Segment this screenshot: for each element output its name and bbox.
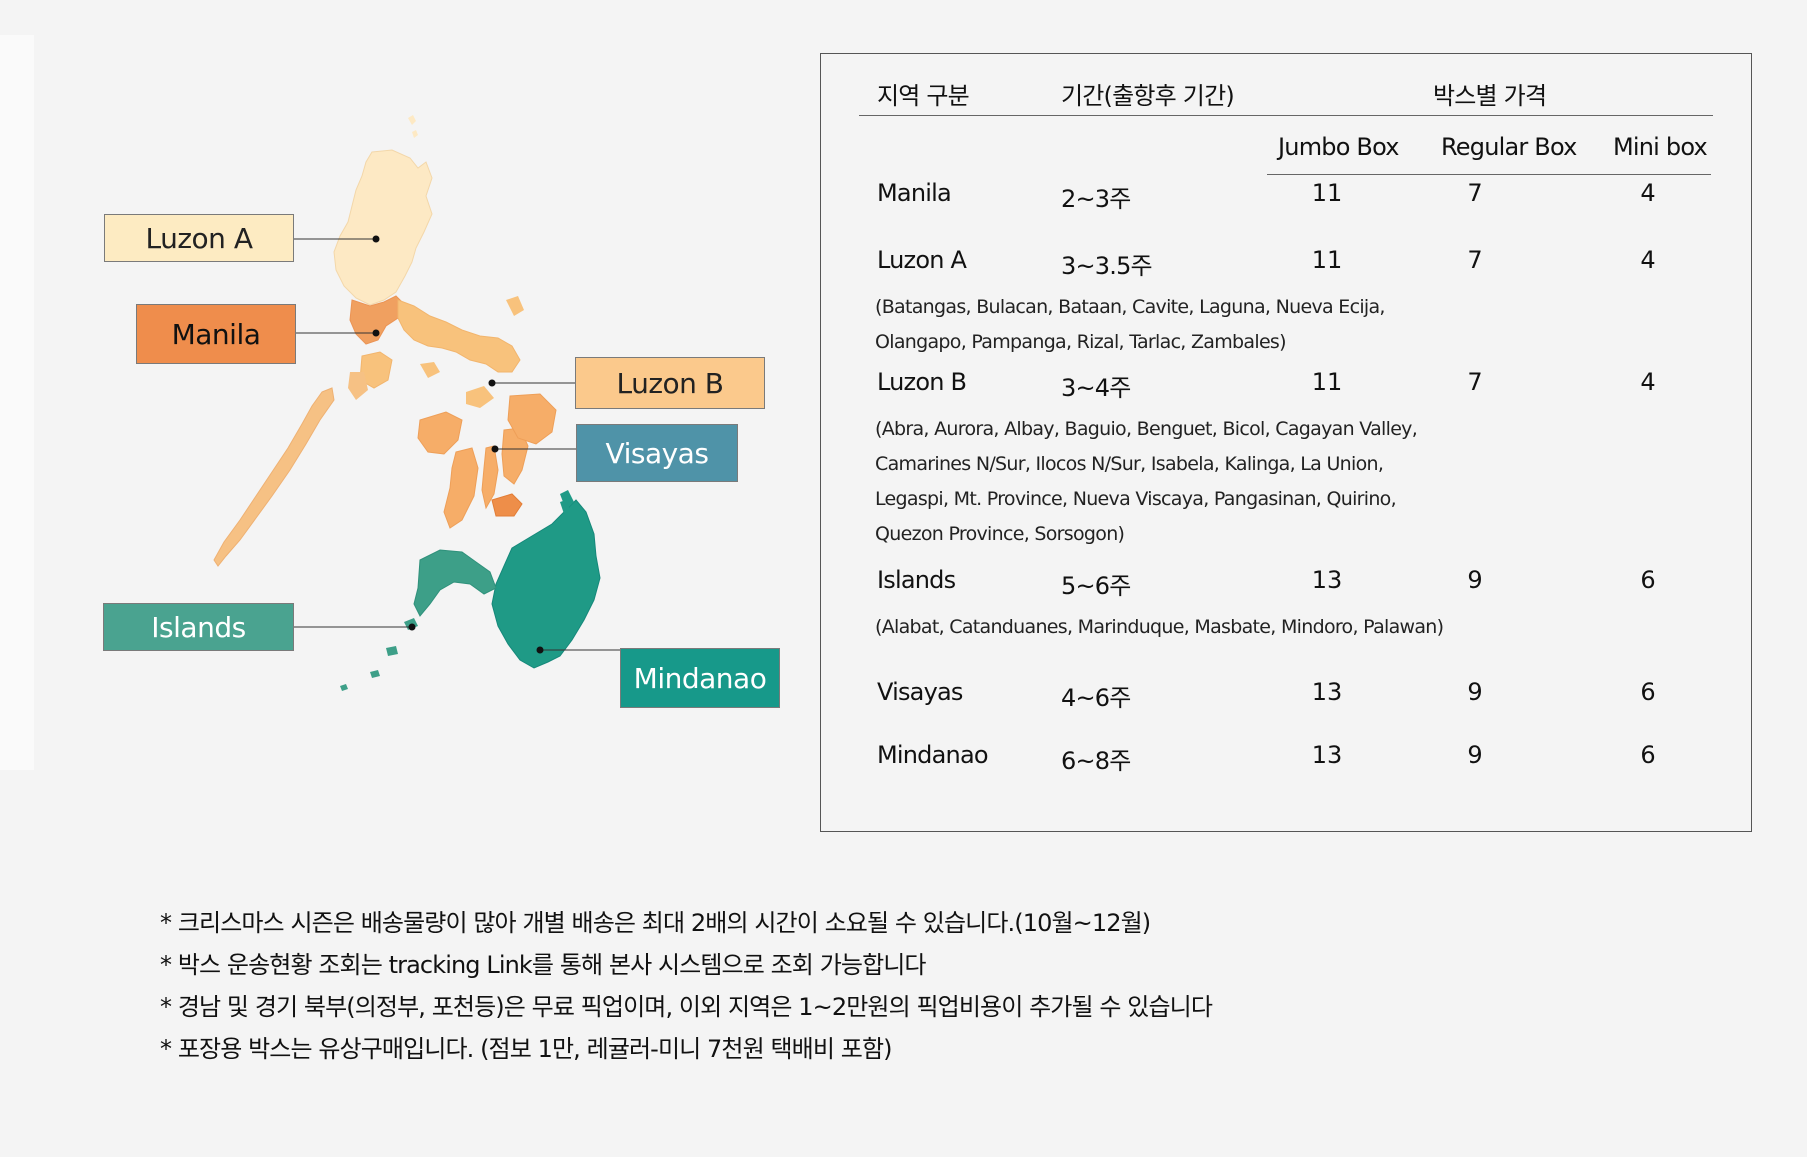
row-period: 2~3주 (1061, 185, 1131, 213)
mindanao-shape (491, 499, 601, 669)
row-regular-price: 7 (1467, 179, 1483, 207)
row-regular-price: 7 (1467, 368, 1483, 396)
note-pickup: * 경남 및 경기 북부(의정부, 포천등)은 무료 픽업이며, 이외 지역은 … (160, 993, 1213, 1021)
label-mindanao: Mindanao (620, 648, 780, 708)
header-box-price: 박스별 가격 (1433, 82, 1547, 110)
row-region: Luzon B (877, 368, 967, 396)
marker-manila (372, 329, 380, 337)
area-line: Legaspi, Mt. Province, Nueva Viscaya, Pa… (875, 488, 1397, 510)
subheader-divider (1267, 174, 1711, 175)
batanes-island-2 (412, 130, 418, 138)
row-jumbo-price: 11 (1311, 368, 1343, 396)
label-visayas: Visayas (576, 424, 738, 482)
palawan-island (213, 387, 335, 567)
label-luzon-a: Luzon A (104, 214, 294, 262)
marker-luzon-b (488, 379, 496, 387)
row-region: Luzon A (877, 246, 967, 274)
philippines-map: Luzon A Manila Luzon B Visayas Islands M… (0, 0, 800, 780)
row-region: Islands (877, 566, 956, 594)
header-jumbo-box: Jumbo Box (1278, 133, 1399, 161)
row-period: 5~6주 (1061, 572, 1131, 600)
marinduque-island (420, 362, 440, 378)
row-period: 4~6주 (1061, 684, 1131, 712)
bohol-island (491, 493, 523, 517)
row-regular-price: 9 (1467, 566, 1483, 594)
luzon-b-shape (397, 299, 521, 373)
row-mini-price: 4 (1640, 179, 1656, 207)
area-line: (Alabat, Catanduanes, Marinduque, Masbat… (875, 616, 1444, 638)
masbate-island (466, 386, 494, 408)
area-line: (Abra, Aurora, Albay, Baguio, Benguet, B… (875, 418, 1418, 440)
price-table: 지역 구분 기간(출항후 기간) 박스별 가격 Jumbo Box Regula… (820, 53, 1752, 832)
sulu-island-2 (386, 646, 398, 656)
row-area-list: (Batangas, Bulacan, Bataan, Cavite, Lagu… (875, 290, 1475, 360)
header-mini-box: Mini box (1613, 133, 1708, 161)
row-mini-price: 6 (1640, 678, 1656, 706)
row-jumbo-price: 13 (1311, 678, 1343, 706)
marker-islands (408, 623, 416, 631)
row-jumbo-price: 11 (1311, 246, 1343, 274)
label-manila: Manila (136, 304, 296, 364)
header-period: 기간(출항후 기간) (1061, 82, 1235, 110)
area-line: (Batangas, Bulacan, Bataan, Cavite, Lagu… (875, 296, 1385, 318)
area-line: Camarines N/Sur, Ilocos N/Sur, Isabela, … (875, 453, 1384, 475)
marker-luzon-a (372, 235, 380, 243)
batanes-island (408, 115, 416, 125)
row-mini-price: 6 (1640, 741, 1656, 769)
row-region: Visayas (877, 678, 963, 706)
page: Luzon A Manila Luzon B Visayas Islands M… (0, 0, 1807, 1157)
label-islands: Islands (103, 603, 294, 651)
header-divider (859, 115, 1713, 116)
row-mini-price: 4 (1640, 246, 1656, 274)
row-region: Manila (877, 179, 952, 207)
catanduanes-island (506, 296, 524, 316)
row-area-list: (Alabat, Catanduanes, Marinduque, Masbat… (875, 610, 1475, 645)
header-regular-box: Regular Box (1441, 133, 1577, 161)
row-mini-price: 6 (1640, 566, 1656, 594)
row-region: Mindanao (877, 741, 989, 769)
row-jumbo-price: 11 (1311, 179, 1343, 207)
marker-mindanao (536, 646, 544, 654)
map-background-strip (0, 35, 34, 770)
sulu-island-3 (370, 670, 380, 678)
header-region: 지역 구분 (877, 82, 970, 110)
area-line: Quezon Province, Sorsogon) (875, 523, 1125, 545)
row-period: 6~8주 (1061, 747, 1131, 775)
row-period: 3~3.5주 (1061, 252, 1153, 280)
manila-shape (349, 295, 405, 345)
note-christmas-season: * 크리스마스 시즌은 배송물량이 많아 개별 배송은 최대 2배의 시간이 소… (160, 909, 1151, 937)
sulu-island-4 (340, 684, 348, 691)
area-line: Olangapo, Pampanga, Rizal, Tarlac, Zamba… (875, 331, 1287, 353)
row-regular-price: 9 (1467, 741, 1483, 769)
note-packaging: * 포장용 박스는 유상구매입니다. (점보 1만, 레귤러-미니 7천원 택배… (160, 1035, 892, 1063)
row-jumbo-price: 13 (1311, 741, 1343, 769)
panay-island (417, 411, 463, 455)
row-period: 3~4주 (1061, 374, 1131, 402)
notes: * 크리스마스 시즌은 배송물량이 많아 개별 배송은 최대 2배의 시간이 소… (160, 902, 1460, 1070)
row-area-list: (Abra, Aurora, Albay, Baguio, Benguet, B… (875, 412, 1475, 552)
row-regular-price: 9 (1467, 678, 1483, 706)
note-tracking: * 박스 운송현황 조회는 tracking Link를 통해 본사 시스템으로… (160, 951, 927, 979)
row-mini-price: 4 (1640, 368, 1656, 396)
luzon-a-shape (333, 149, 433, 306)
row-jumbo-price: 13 (1311, 566, 1343, 594)
marker-visayas (491, 445, 499, 453)
zamboanga-peninsula (413, 549, 497, 617)
negros-island (443, 447, 479, 529)
row-regular-price: 7 (1467, 246, 1483, 274)
label-luzon-b: Luzon B (575, 357, 765, 409)
